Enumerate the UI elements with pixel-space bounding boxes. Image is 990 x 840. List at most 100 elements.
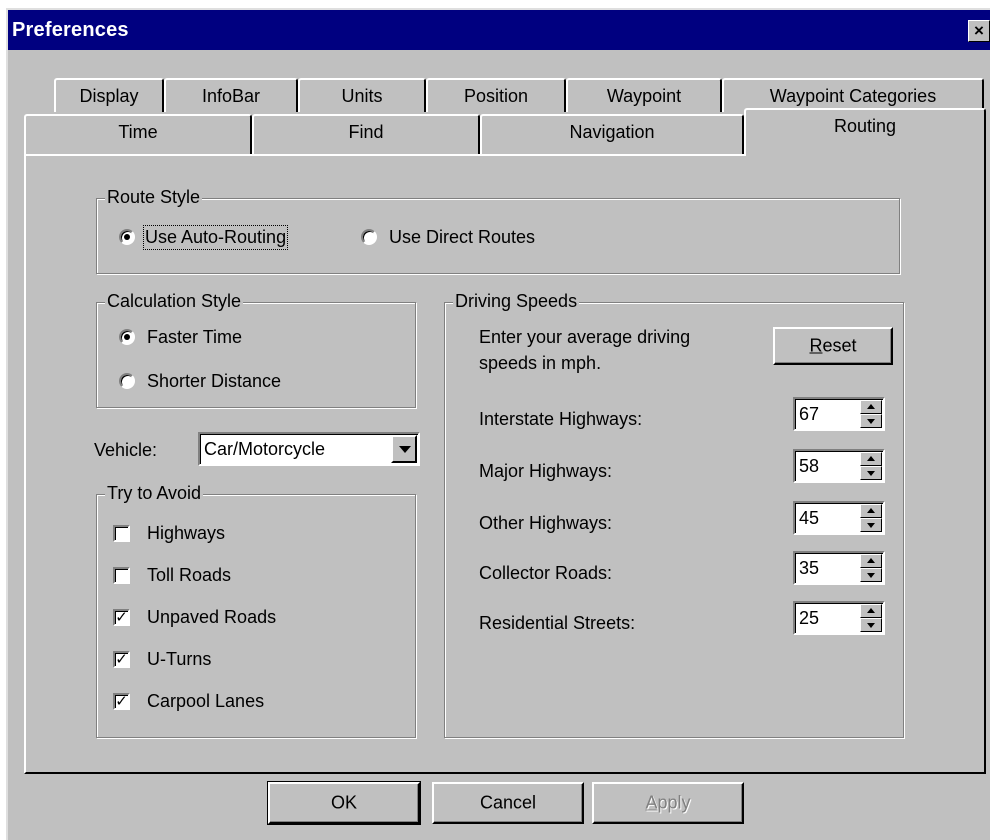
highways-label[interactable]: Highways: [147, 523, 225, 544]
faster-time-label[interactable]: Faster Time: [147, 327, 242, 348]
calculation-style-legend: Calculation Style: [105, 291, 244, 312]
tab-position[interactable]: Position: [426, 78, 566, 112]
highways-checkbox[interactable]: [113, 525, 130, 542]
radio-selected-dot: [124, 234, 130, 240]
tab-label: Units: [341, 86, 383, 106]
speed-spinner-buttons: [860, 400, 882, 428]
residential-streets-value: 25: [799, 608, 820, 628]
spin-down-icon[interactable]: [860, 568, 882, 582]
apply-label: Apply: [594, 793, 742, 814]
chevron-down-icon: [399, 446, 411, 453]
shorter-distance-radio[interactable]: [119, 373, 135, 389]
tab-find[interactable]: Find: [252, 114, 480, 154]
route-style-group: Route Style Use Auto-Routing Use Direct …: [96, 187, 900, 274]
spin-down-icon[interactable]: [860, 414, 882, 428]
tab-label: Navigation: [569, 122, 655, 142]
shorter-distance-label[interactable]: Shorter Distance: [147, 371, 281, 392]
reset-label-rest: eset: [822, 335, 857, 356]
try-to-avoid-legend: Try to Avoid: [105, 483, 204, 504]
spin-up-icon[interactable]: [860, 400, 882, 414]
speeds-instructions-line1: Enter your average driving: [479, 327, 691, 347]
major-highways-spinner[interactable]: 58: [793, 449, 885, 483]
tab-label: Waypoint: [606, 86, 682, 106]
vehicle-value: Car/Motorcycle: [204, 439, 326, 459]
cancel-label: Cancel: [479, 792, 537, 813]
spin-down-icon[interactable]: [860, 618, 882, 632]
driving-speeds-group: Driving Speeds Enter your average drivin…: [444, 291, 904, 738]
ok-button[interactable]: OK: [267, 781, 421, 825]
dropdown-arrow-icon[interactable]: [391, 435, 417, 463]
tab-units[interactable]: Units: [298, 78, 426, 112]
speed-spinner-buttons: [860, 504, 882, 532]
collector-roads-label: Collector Roads:: [479, 563, 613, 583]
carpool-lanes-checkbox[interactable]: ✓: [113, 693, 130, 710]
unpaved-roads-label[interactable]: Unpaved Roads: [147, 607, 276, 628]
driving-speeds-legend: Driving Speeds: [453, 291, 580, 312]
interstate-highways-spinner[interactable]: 67: [793, 397, 885, 431]
vehicle-select[interactable]: Car/Motorcycle: [198, 432, 420, 466]
tab-infobar[interactable]: InfoBar: [164, 78, 298, 112]
auto-routing-label[interactable]: Use Auto-Routing: [142, 225, 289, 250]
faster-time-radio[interactable]: [119, 329, 135, 345]
residential-streets-label: Residential Streets:: [479, 613, 636, 633]
check-icon: ✓: [115, 693, 128, 710]
spin-up-icon[interactable]: [860, 452, 882, 466]
spin-down-icon[interactable]: [860, 466, 882, 480]
toll-roads-label[interactable]: Toll Roads: [147, 565, 231, 586]
toll-roads-checkbox[interactable]: [113, 567, 130, 584]
u-turns-label[interactable]: U-Turns: [147, 649, 211, 670]
tab-navigation[interactable]: Navigation: [480, 114, 744, 154]
direct-routes-label[interactable]: Use Direct Routes: [389, 227, 535, 248]
apply-label-rest: pply: [657, 792, 691, 813]
spin-up-icon[interactable]: [860, 554, 882, 568]
check-icon: ✓: [115, 609, 128, 626]
unpaved-roads-checkbox[interactable]: ✓: [113, 609, 130, 626]
speed-spinner-buttons: [860, 554, 882, 582]
speed-spinner-buttons: [860, 452, 882, 480]
tab-label: InfoBar: [201, 86, 261, 106]
preferences-dialog: Preferences × Display InfoBar Units Posi…: [6, 8, 990, 840]
collector-roads-value: 35: [799, 558, 820, 578]
dialog-title: Preferences: [12, 19, 129, 41]
tab-routing[interactable]: Routing: [744, 108, 986, 156]
interstate-highways-label: Interstate Highways:: [479, 409, 643, 429]
ok-label: OK: [330, 792, 357, 813]
reset-button[interactable]: Reset: [773, 327, 893, 365]
carpool-lanes-label[interactable]: Carpool Lanes: [147, 691, 264, 712]
major-highways-label: Major Highways:: [479, 461, 613, 481]
tab-label: Routing: [833, 116, 897, 136]
other-highways-spinner[interactable]: 45: [793, 501, 885, 535]
major-highways-value: 58: [799, 456, 820, 476]
tab-time[interactable]: Time: [24, 114, 252, 154]
tab-label: Waypoint Categories: [769, 86, 937, 106]
reset-mnemonic: R: [809, 335, 823, 356]
speeds-instructions-line2: speeds in mph.: [479, 353, 602, 373]
apply-mnemonic: A: [645, 792, 658, 813]
radio-selected-dot: [124, 334, 130, 340]
collector-roads-spinner[interactable]: 35: [793, 551, 885, 585]
tab-waypoint-categories[interactable]: Waypoint Categories: [722, 78, 984, 112]
cancel-button[interactable]: Cancel: [432, 782, 584, 824]
reset-label: Reset: [775, 336, 891, 357]
close-icon[interactable]: ×: [968, 20, 990, 42]
other-highways-label: Other Highways:: [479, 513, 613, 533]
spin-up-icon[interactable]: [860, 604, 882, 618]
spin-down-icon[interactable]: [860, 518, 882, 532]
residential-streets-spinner[interactable]: 25: [793, 601, 885, 635]
calculation-style-group: Calculation Style Faster Time Shorter Di…: [96, 291, 416, 408]
check-icon: ✓: [115, 651, 128, 668]
direct-routes-radio[interactable]: [361, 229, 377, 245]
try-to-avoid-group: Try to Avoid Highways Toll Roads ✓ Unpav…: [96, 483, 416, 738]
spin-up-icon[interactable]: [860, 504, 882, 518]
vehicle-label: Vehicle:: [94, 440, 158, 460]
tab-waypoint[interactable]: Waypoint: [566, 78, 722, 112]
auto-routing-radio[interactable]: [119, 229, 135, 245]
u-turns-checkbox[interactable]: ✓: [113, 651, 130, 668]
tab-label: Display: [79, 86, 139, 106]
other-highways-value: 45: [799, 508, 820, 528]
apply-button[interactable]: Apply: [592, 782, 744, 824]
tab-label: Find: [348, 122, 384, 142]
tab-label: Time: [118, 122, 158, 142]
tab-display[interactable]: Display: [54, 78, 164, 112]
tab-label: Position: [463, 86, 529, 106]
